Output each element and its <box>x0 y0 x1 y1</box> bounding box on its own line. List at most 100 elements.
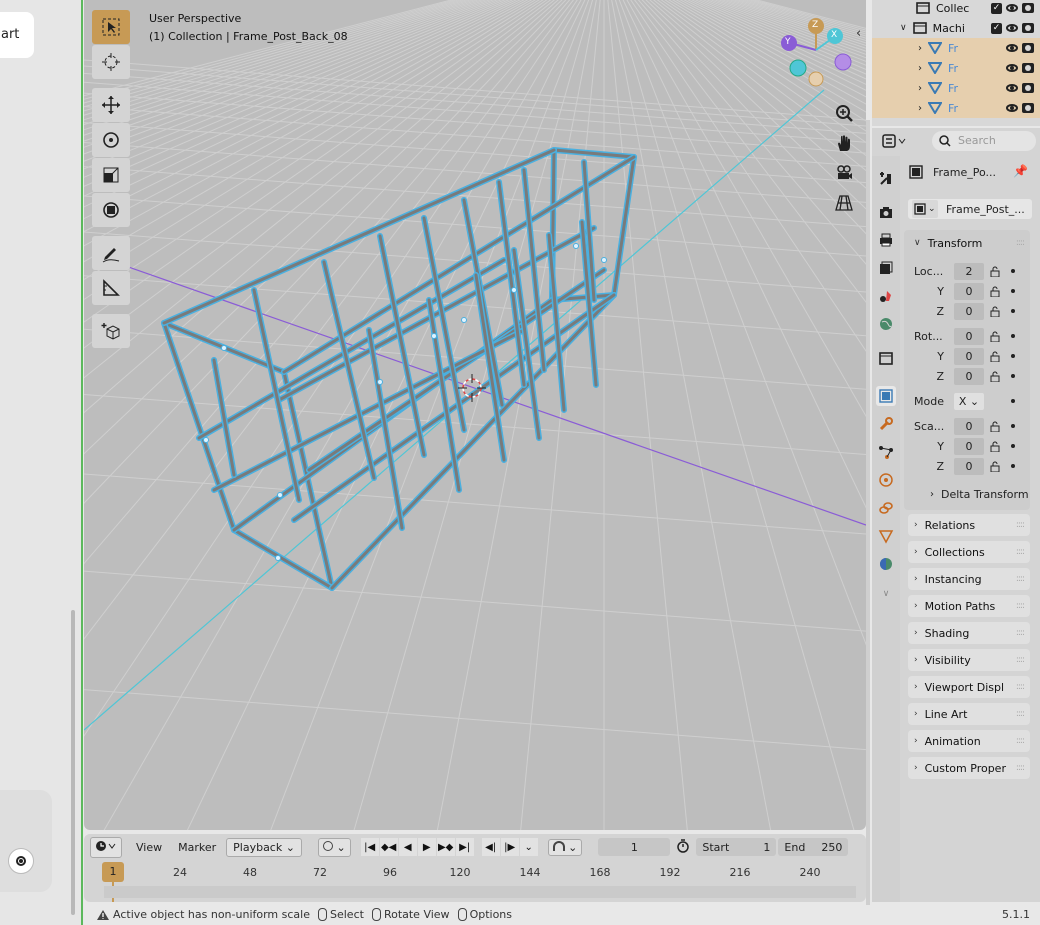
location-y-field[interactable]: 0 <box>954 282 984 300</box>
outliner[interactable]: Collec ✓ ∨ Machi ✓ › Fr › Fr › Fr › Fr <box>872 0 1040 126</box>
keyframe-dot[interactable] <box>1011 374 1015 378</box>
lock-icon[interactable] <box>989 305 1001 317</box>
camera-render-icon[interactable] <box>1022 43 1034 53</box>
outliner-row-object[interactable]: › Fr <box>872 78 1040 98</box>
record-button[interactable] <box>8 848 34 874</box>
tab-object[interactable] <box>876 386 896 406</box>
pan-button[interactable] <box>831 130 857 156</box>
gizmo-y-label[interactable]: Y <box>785 37 791 47</box>
lock-icon[interactable] <box>989 420 1001 432</box>
left-scrollbar[interactable] <box>71 610 75 915</box>
keying-dropdown[interactable]: ⌄ <box>317 837 351 857</box>
editor-type-button[interactable] <box>882 133 908 152</box>
play-reverse-button[interactable]: ◀ <box>398 838 417 856</box>
playhead-marker[interactable]: 1 <box>102 862 124 882</box>
checkbox-icon[interactable]: ✓ <box>991 22 1002 34</box>
tab-material[interactable] <box>876 554 896 574</box>
lock-icon[interactable] <box>989 460 1001 472</box>
tab-data[interactable] <box>876 526 896 546</box>
keyframe-dot[interactable] <box>1011 424 1015 428</box>
perspective-toggle-button[interactable] <box>831 190 857 216</box>
keyframe-dot[interactable] <box>1011 309 1015 313</box>
tab-view-layer[interactable] <box>876 258 896 278</box>
panel-line-art[interactable]: › Line Art:::: <box>908 703 1030 725</box>
drag-grip-icon[interactable]: :::: <box>1016 709 1025 719</box>
gizmo-x-label[interactable]: X <box>831 30 837 40</box>
panel-viewport-display[interactable]: › Viewport Displ:::: <box>908 676 1030 698</box>
delta-transform-subpanel[interactable]: › Delta Transform <box>930 488 1029 501</box>
lock-icon[interactable] <box>989 330 1001 342</box>
auto-keying-button[interactable]: ⌄ <box>547 838 583 856</box>
scale-y-field[interactable]: 0 <box>954 437 984 455</box>
panel-instancing[interactable]: › Instancing:::: <box>908 568 1030 590</box>
transform-panel-header[interactable]: ∨ Transform :::: <box>908 232 1030 254</box>
drag-grip-icon[interactable]: :::: <box>1016 238 1025 248</box>
keyframe-dot[interactable] <box>1011 399 1015 403</box>
select-box-tool[interactable] <box>92 10 130 44</box>
rotation-y-field[interactable]: 0 <box>954 347 984 365</box>
scale-x-field[interactable]: 0 <box>954 417 984 435</box>
drag-grip-icon[interactable]: :::: <box>1016 574 1025 584</box>
keyframe-dot[interactable] <box>1011 354 1015 358</box>
end-frame-field[interactable]: End 250 <box>778 838 849 856</box>
camera-render-icon[interactable] <box>1022 23 1034 33</box>
panel-motion-paths[interactable]: › Motion Paths:::: <box>908 595 1030 617</box>
lock-icon[interactable] <box>989 350 1001 362</box>
tab-tool[interactable] <box>876 168 896 188</box>
scale-z-field[interactable]: 0 <box>954 457 984 475</box>
keyframe-dot[interactable] <box>1011 464 1015 468</box>
tab-collection[interactable] <box>876 348 896 368</box>
panel-custom-properties[interactable]: › Custom Proper:::: <box>908 757 1030 779</box>
drag-grip-icon[interactable]: :::: <box>1016 682 1025 692</box>
tab-particles[interactable] <box>876 442 896 462</box>
eye-icon[interactable] <box>1006 24 1018 32</box>
lock-icon[interactable] <box>989 285 1001 297</box>
outliner-row-object[interactable]: › Fr <box>872 38 1040 58</box>
checkbox-icon[interactable]: ✓ <box>991 2 1002 14</box>
eye-icon[interactable] <box>1006 84 1018 92</box>
tab-scene[interactable] <box>876 286 896 306</box>
eye-icon[interactable] <box>1006 44 1018 52</box>
drag-grip-icon[interactable]: :::: <box>1016 763 1025 773</box>
expand-right-icon[interactable]: › <box>918 103 922 114</box>
rotation-x-field[interactable]: 0 <box>954 327 984 345</box>
sidebar-toggle-icon[interactable]: ‹ <box>856 26 861 41</box>
zoom-button[interactable] <box>831 100 857 126</box>
keyframe-dot[interactable] <box>1011 269 1015 273</box>
outliner-row-object[interactable]: › Fr <box>872 98 1040 118</box>
cursor-tool[interactable] <box>92 45 130 79</box>
3d-viewport[interactable]: User Perspective (1) Collection | Frame_… <box>84 0 866 830</box>
panel-visibility[interactable]: › Visibility:::: <box>908 649 1030 671</box>
area-divider[interactable] <box>866 120 870 905</box>
start-frame-field[interactable]: Start 1 <box>696 838 777 856</box>
expand-right-icon[interactable]: › <box>918 83 922 94</box>
next-keyframe-button[interactable]: ▶◆ <box>436 838 455 856</box>
play-button[interactable]: ▶ <box>417 838 436 856</box>
keyframe-dot[interactable] <box>1011 289 1015 293</box>
lock-icon[interactable] <box>989 265 1001 277</box>
tab-constraints[interactable] <box>876 498 896 518</box>
measure-tool[interactable] <box>92 271 130 305</box>
camera-render-icon[interactable] <box>1022 63 1034 73</box>
left-card[interactable]: art <box>0 12 34 58</box>
tabs-more-icon[interactable]: ∨ <box>876 584 896 604</box>
scale-tool[interactable] <box>92 158 130 192</box>
timeline-editor[interactable]: View Marker Playback ⌄ ⌄ |◀ ◆◀ ◀ ▶ ▶◆ ▶|… <box>84 834 866 902</box>
drag-grip-icon[interactable]: :::: <box>1016 520 1025 530</box>
location-z-field[interactable]: 0 <box>954 302 984 320</box>
prev-marker-button[interactable]: ◀| <box>481 838 500 856</box>
tab-world[interactable] <box>876 314 896 334</box>
annotate-tool[interactable] <box>92 236 130 270</box>
add-cube-tool[interactable] <box>92 314 130 348</box>
eye-icon[interactable] <box>1006 4 1018 12</box>
gizmo-z-label[interactable]: Z <box>812 20 818 30</box>
tab-physics[interactable] <box>876 470 896 490</box>
tab-output[interactable] <box>876 230 896 250</box>
editor-type-dropdown[interactable] <box>90 836 122 858</box>
tab-render[interactable] <box>876 202 896 222</box>
drag-grip-icon[interactable]: :::: <box>1016 736 1025 746</box>
drag-grip-icon[interactable]: :::: <box>1016 628 1025 638</box>
jump-start-button[interactable]: |◀ <box>360 838 379 856</box>
eye-icon[interactable] <box>1006 64 1018 72</box>
expand-down-icon[interactable]: ∨ <box>900 23 907 33</box>
